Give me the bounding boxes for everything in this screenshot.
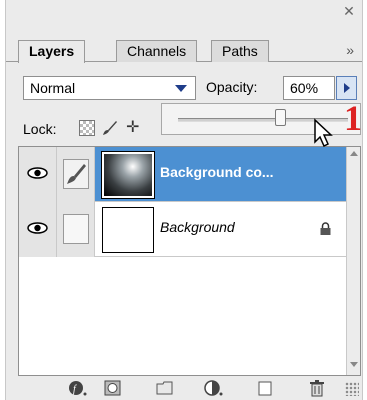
tab-layers[interactable]: Layers bbox=[18, 40, 86, 63]
layer-row[interactable]: Background bbox=[19, 202, 347, 257]
adjustment-layer-icon[interactable] bbox=[202, 379, 224, 397]
panel-menu-icon[interactable]: » bbox=[346, 42, 354, 58]
scroll-down-icon[interactable] bbox=[350, 362, 358, 367]
trash-icon[interactable] bbox=[306, 379, 328, 397]
layer-row[interactable]: Background co... bbox=[19, 147, 347, 202]
layers-list: Background co... Background bbox=[18, 146, 361, 376]
folder-icon[interactable] bbox=[154, 379, 176, 397]
visibility-toggle[interactable] bbox=[19, 147, 57, 202]
lock-position-icon[interactable]: ✛ bbox=[126, 120, 142, 136]
layers-scrollbar[interactable] bbox=[346, 147, 360, 375]
close-icon[interactable]: ✕ bbox=[342, 4, 356, 18]
layer-name[interactable]: Background bbox=[160, 219, 235, 235]
blend-mode-dropdown[interactable]: Normal bbox=[23, 76, 196, 100]
eye-icon bbox=[27, 167, 48, 179]
blend-mode-value: Normal bbox=[30, 80, 76, 96]
layer-thumbnail bbox=[102, 207, 154, 253]
layer-link-cell[interactable] bbox=[57, 147, 95, 202]
opacity-slider-toggle[interactable] bbox=[336, 76, 357, 100]
lock-transparency-icon[interactable] bbox=[79, 120, 95, 136]
layer-style-icon[interactable]: f bbox=[66, 379, 88, 397]
layers-toolbar: f bbox=[6, 376, 362, 400]
empty-link-box bbox=[63, 214, 89, 244]
lock-label: Lock: bbox=[23, 121, 57, 137]
layers-panel: ✕ Layers Channels Paths » Normal Opacity… bbox=[5, 0, 363, 400]
layer-link-cell[interactable] bbox=[57, 202, 95, 257]
brush-icon bbox=[63, 159, 89, 189]
tab-paths[interactable]: Paths bbox=[211, 40, 269, 62]
new-layer-icon[interactable] bbox=[254, 379, 276, 397]
opacity-input[interactable]: 60% bbox=[283, 76, 335, 100]
eye-icon bbox=[27, 222, 48, 234]
scroll-up-icon[interactable] bbox=[350, 151, 358, 156]
mouse-pointer-icon bbox=[314, 118, 333, 148]
tab-bar: Layers Channels Paths » bbox=[6, 26, 362, 63]
tab-channels[interactable]: Channels bbox=[116, 40, 198, 62]
layer-name[interactable]: Background co... bbox=[160, 164, 274, 180]
step-annotation: 1 bbox=[344, 98, 362, 138]
lock-icon bbox=[320, 222, 331, 235]
visibility-toggle[interactable] bbox=[19, 202, 57, 257]
opacity-label: Opacity: bbox=[206, 79, 258, 95]
layer-thumbnail bbox=[101, 151, 155, 199]
dropdown-arrow-icon bbox=[175, 85, 187, 92]
layer-mask-icon[interactable] bbox=[102, 379, 124, 397]
resize-grip-icon[interactable] bbox=[345, 382, 359, 396]
opacity-value: 60% bbox=[290, 80, 319, 96]
lock-pixels-icon[interactable] bbox=[102, 120, 118, 136]
opacity-slider-thumb[interactable] bbox=[275, 109, 286, 126]
